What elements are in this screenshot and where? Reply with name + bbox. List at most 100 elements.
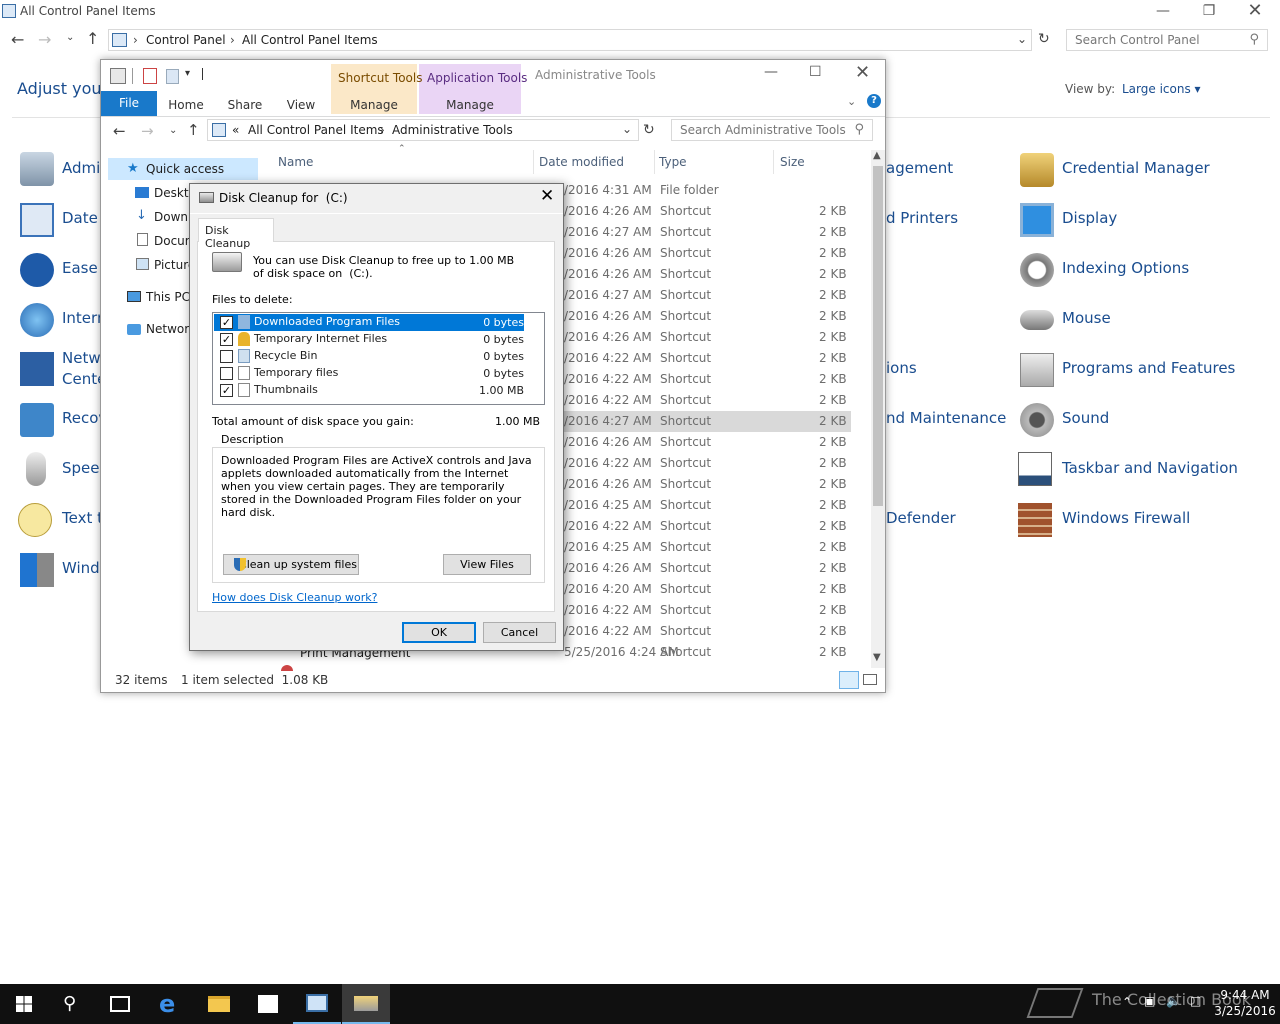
table-row[interactable]: /2016 4:26 AM Shortcut 2 KB [561, 201, 851, 222]
tray-overflow-icon[interactable]: ⌃ [1122, 995, 1132, 1009]
table-row[interactable]: /2016 4:26 AM Shortcut 2 KB [561, 264, 851, 285]
view-by-dropdown[interactable]: Large icons ▾ [1122, 82, 1201, 96]
indexing-options-icon[interactable] [1020, 253, 1054, 287]
ease-of-access-icon[interactable] [20, 253, 54, 287]
calendar-clock-icon[interactable] [20, 203, 54, 237]
tab-home[interactable]: Home [165, 94, 207, 116]
column-divider[interactable] [654, 150, 655, 174]
large-icons-view-icon[interactable] [863, 674, 877, 685]
column-header-type[interactable]: Type [659, 155, 687, 169]
explorer-address-bar[interactable]: « All Control Panel Items › Administrati… [207, 119, 639, 141]
search-control-panel-input[interactable]: Search Control Panel ⚲ [1066, 29, 1268, 51]
cp-item-mouse[interactable]: Mouse [1062, 309, 1111, 327]
details-view-icon[interactable] [839, 671, 859, 689]
back-arrow-icon[interactable]: ← [11, 30, 24, 49]
forward-arrow-icon[interactable]: → [38, 30, 51, 49]
tab-manage-application[interactable]: Manage [419, 94, 521, 116]
cp-item-taskbar-navigation[interactable]: Taskbar and Navigation [1062, 459, 1238, 477]
explorer-back-icon[interactable]: ← [113, 122, 126, 140]
table-row[interactable]: /2016 4:26 AM Shortcut 2 KB [561, 306, 851, 327]
firewall-icon[interactable] [1018, 503, 1052, 537]
explorer-maximize-button[interactable]: ☐ [809, 64, 822, 80]
edge-button[interactable]: e [146, 984, 194, 1024]
file-item-temporary-internet-files[interactable]: ✓ Temporary Internet Files 0 bytes [214, 331, 524, 348]
text-to-speech-icon[interactable] [18, 503, 52, 537]
table-row[interactable]: /2016 4:31 AM File folder [561, 180, 851, 201]
file-item-temporary-files[interactable]: Temporary files 0 bytes [214, 365, 524, 382]
cp-item-windows-firewall[interactable]: Windows Firewall [1062, 509, 1190, 527]
scroll-down-icon[interactable]: ▼ [873, 652, 881, 663]
cp-item-mid-2[interactable]: d Printers [886, 209, 958, 227]
task-view-button[interactable] [96, 984, 144, 1024]
refresh-icon[interactable]: ↻ [1038, 31, 1050, 47]
table-row[interactable]: /2016 4:26 AM Shortcut 2 KB [561, 327, 851, 348]
table-row[interactable]: /2016 4:20 AM Shortcut 2 KB [561, 579, 851, 600]
checkbox-temporary-files[interactable] [220, 367, 233, 380]
table-row[interactable]: /2016 4:25 AM Shortcut 2 KB [561, 537, 851, 558]
tab-view[interactable]: View [281, 94, 321, 116]
column-divider[interactable] [773, 150, 774, 174]
column-header-size[interactable]: Size [780, 155, 805, 169]
recent-chevron-icon[interactable]: ⌄ [66, 32, 74, 43]
cancel-button[interactable]: Cancel [483, 622, 556, 643]
display-icon[interactable] [1020, 203, 1054, 237]
address-dropdown-icon[interactable]: ⌄ [1017, 32, 1027, 46]
ok-button[interactable]: OK [402, 622, 476, 643]
view-files-button[interactable]: View Files [443, 554, 531, 575]
network-tray-icon[interactable]: ▣ [1144, 994, 1155, 1008]
checkbox-thumbnails[interactable]: ✓ [220, 384, 233, 397]
recovery-icon[interactable] [20, 403, 54, 437]
cp-item-display[interactable]: Display [1062, 209, 1117, 227]
mouse-icon[interactable] [1020, 310, 1054, 330]
table-row[interactable]: /2016 4:22 AM Shortcut 2 KB [561, 621, 851, 642]
table-row[interactable]: /2016 4:22 AM Shortcut 2 KB [561, 516, 851, 537]
table-row[interactable]: /2016 4:26 AM Shortcut 2 KB [561, 474, 851, 495]
tab-disk-cleanup[interactable]: Disk Cleanup [198, 218, 274, 250]
cp-item-programs-features[interactable]: Programs and Features [1062, 359, 1235, 377]
properties-icon[interactable] [110, 68, 126, 84]
cp-item-admin[interactable]: Admi [62, 159, 100, 177]
clean-up-system-files-button[interactable]: Clean up system files [223, 554, 359, 575]
nav-downloads[interactable]: Downl [154, 210, 191, 224]
windows-to-go-icon[interactable] [20, 553, 54, 587]
table-row[interactable]: /2016 4:22 AM Shortcut 2 KB [561, 348, 851, 369]
address-part-admin-tools[interactable]: Administrative Tools [392, 123, 513, 137]
credential-manager-icon[interactable] [1020, 153, 1054, 187]
cp-item-mid-1[interactable]: agement [886, 159, 953, 177]
volume-tray-icon[interactable]: 🔈 [1166, 994, 1181, 1008]
administrative-tools-icon[interactable] [20, 152, 54, 186]
file-item-thumbnails[interactable]: ✓ Thumbnails 1.00 MB [214, 382, 524, 399]
microphone-icon[interactable] [26, 452, 46, 486]
vertical-scrollbar[interactable]: ▲ ▼ [871, 150, 885, 668]
minimize-button[interactable]: — [1140, 0, 1186, 24]
tab-share[interactable]: Share [223, 94, 267, 116]
explorer-close-button[interactable]: ✕ [855, 62, 870, 83]
column-divider[interactable] [533, 150, 534, 174]
taskbar-icon[interactable] [1018, 452, 1052, 486]
explorer-refresh-icon[interactable]: ↻ [643, 122, 655, 138]
column-header-name[interactable]: Name [278, 155, 313, 169]
explorer-up-icon[interactable]: ↑ [187, 121, 200, 139]
control-panel-taskbar-button[interactable] [293, 984, 341, 1024]
checkmark-icon[interactable] [143, 68, 157, 84]
search-button[interactable]: ⚲ [48, 984, 96, 1024]
checkbox-downloaded-program-files[interactable]: ✓ [220, 316, 233, 329]
table-row[interactable]: /2016 4:22 AM Shortcut 2 KB [561, 453, 851, 474]
nav-this-pc[interactable]: This PC [146, 290, 190, 304]
how-does-disk-cleanup-work-link[interactable]: How does Disk Cleanup work? [212, 591, 377, 604]
cp-item-indexing-options[interactable]: Indexing Options [1062, 259, 1189, 277]
breadcrumb-control-panel[interactable]: Control Panel [146, 33, 226, 47]
explorer-minimize-button[interactable]: — [764, 64, 778, 80]
table-row[interactable]: /2016 4:27 AM Shortcut 2 KB [561, 411, 851, 432]
table-row[interactable]: /2016 4:22 AM Shortcut 2 KB [561, 600, 851, 621]
checkbox-temporary-internet-files[interactable]: ✓ [220, 333, 233, 346]
disk-cleanup-taskbar-button[interactable] [342, 984, 390, 1024]
qat-dropdown-icon[interactable]: ▾ [185, 68, 190, 79]
network-sharing-icon[interactable] [20, 352, 54, 386]
dialog-close-button[interactable]: ✕ [540, 186, 554, 206]
clock-date[interactable]: 3/25/2016 [1214, 1004, 1276, 1018]
address-bar[interactable]: › Control Panel › All Control Panel Item… [108, 29, 1032, 51]
address-overflow[interactable]: « [232, 123, 239, 137]
table-row[interactable]: 5/25/2016 4:24 AM Shortcut 2 KB [561, 642, 851, 663]
cp-item-mid-3[interactable]: ions [886, 359, 917, 377]
